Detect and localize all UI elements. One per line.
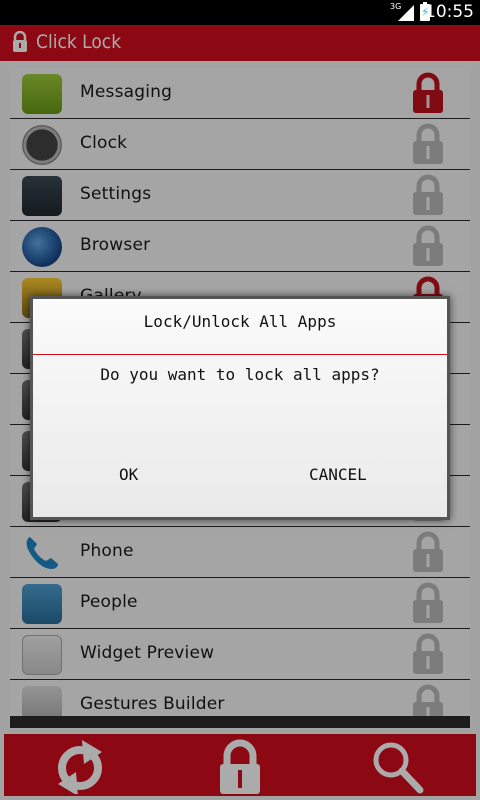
signal-icon: 3G: [390, 2, 414, 21]
ok-button[interactable]: OK: [119, 465, 138, 484]
dialog-title: Lock/Unlock All Apps: [143, 312, 337, 331]
cancel-button[interactable]: CANCEL: [309, 465, 367, 484]
status-bar: 3G ⚡ 10:55: [0, 0, 480, 25]
dialog-divider: [33, 354, 447, 355]
lock-all-dialog: Lock/Unlock All Apps Do you want to lock…: [30, 296, 450, 520]
dialog-message: Do you want to lock all apps?: [100, 365, 380, 384]
status-time: 10:55: [425, 2, 474, 22]
